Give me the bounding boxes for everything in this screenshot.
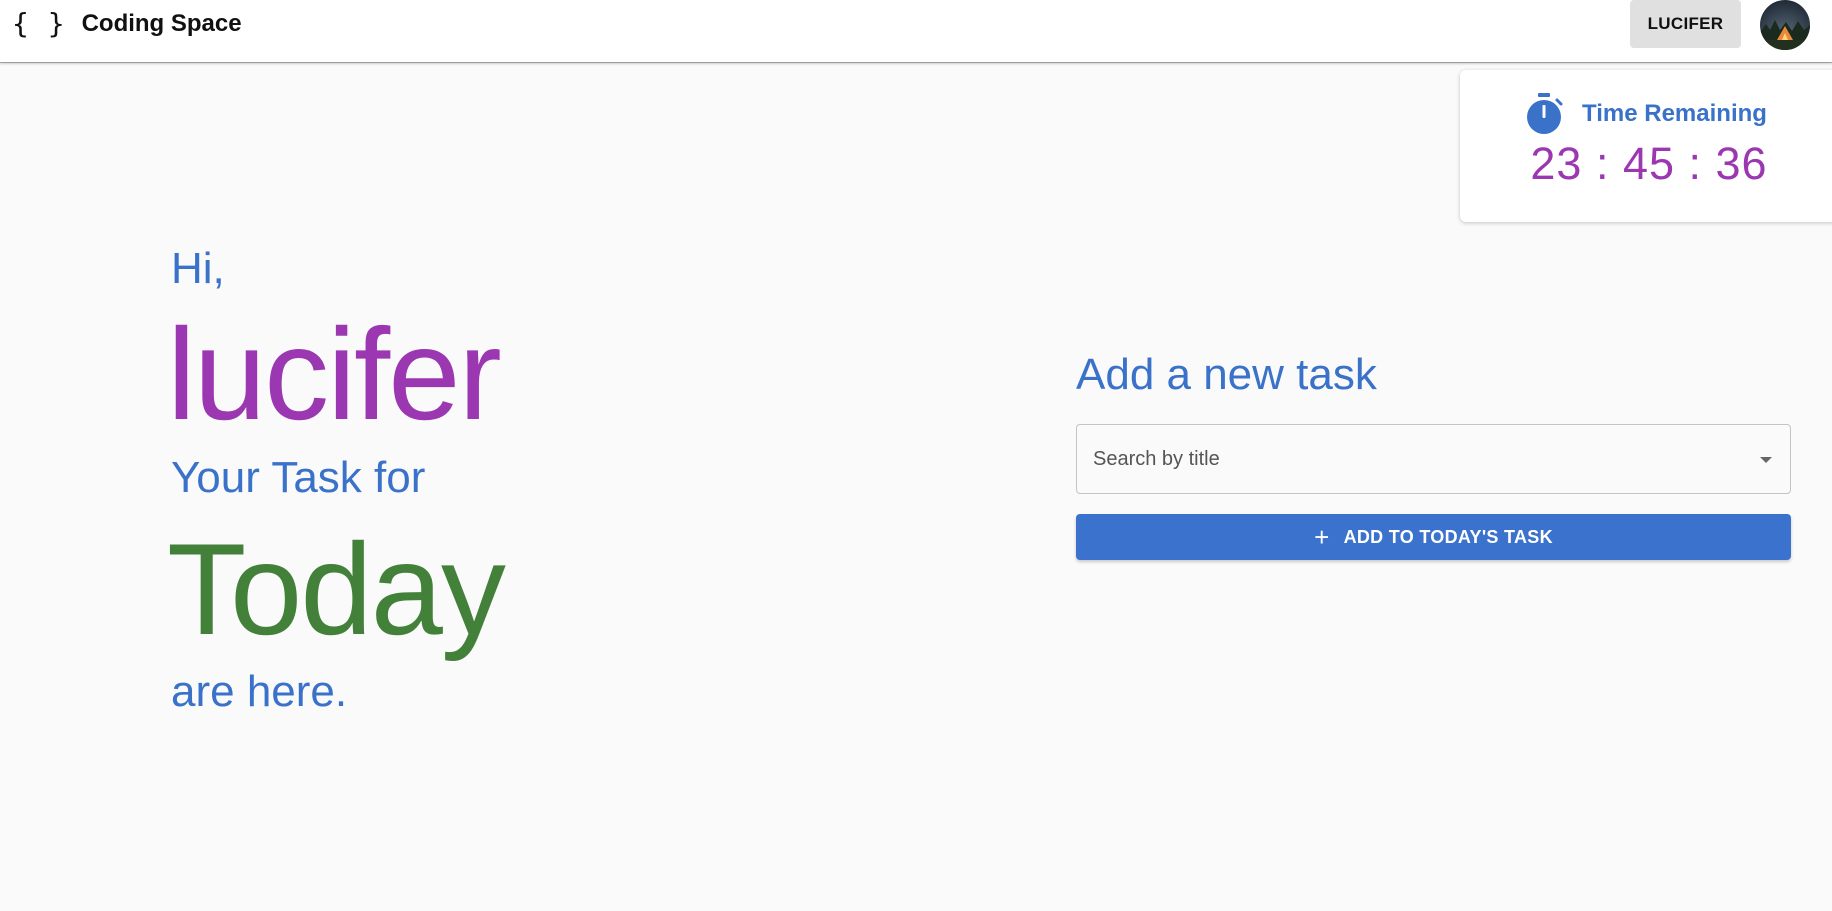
greeting-task-for: Your Task for xyxy=(171,453,426,502)
task-search-combobox[interactable] xyxy=(1076,424,1791,494)
add-task-title: Add a new task xyxy=(1076,350,1377,399)
greeting-today: Today xyxy=(167,516,506,662)
greeting-username: lucifer xyxy=(167,301,502,447)
timer-title: Time Remaining xyxy=(1582,100,1767,127)
code-braces-icon: { } xyxy=(12,7,66,40)
add-to-todays-task-button[interactable]: + ADD TO TODAY'S TASK xyxy=(1076,514,1791,560)
stopwatch-icon xyxy=(1527,93,1563,134)
plus-icon: + xyxy=(1314,522,1330,552)
search-input[interactable] xyxy=(1093,425,1733,493)
timer-header: Time Remaining xyxy=(1524,92,1767,136)
avatar[interactable] xyxy=(1760,0,1810,50)
time-remaining-card: Time Remaining 23 : 45 : 36 xyxy=(1460,70,1832,222)
brand-title: Coding Space xyxy=(81,10,242,37)
add-task-section: Add a new task + ADD TO TODAY'S TASK xyxy=(1076,350,1791,560)
greeting-are-here: are here. xyxy=(171,667,348,716)
app-bar: { } Coding Space LUCIFER xyxy=(0,0,1832,63)
greeting-hi: Hi, xyxy=(171,244,225,293)
chevron-down-icon[interactable] xyxy=(1760,457,1772,463)
brand[interactable]: { } Coding Space xyxy=(12,6,242,42)
campfire-avatar-icon xyxy=(1760,0,1810,50)
countdown-value: 23 : 45 : 36 xyxy=(1530,138,1768,189)
add-button-label: ADD TO TODAY'S TASK xyxy=(1343,526,1553,547)
user-menu-button[interactable]: LUCIFER xyxy=(1630,0,1741,48)
